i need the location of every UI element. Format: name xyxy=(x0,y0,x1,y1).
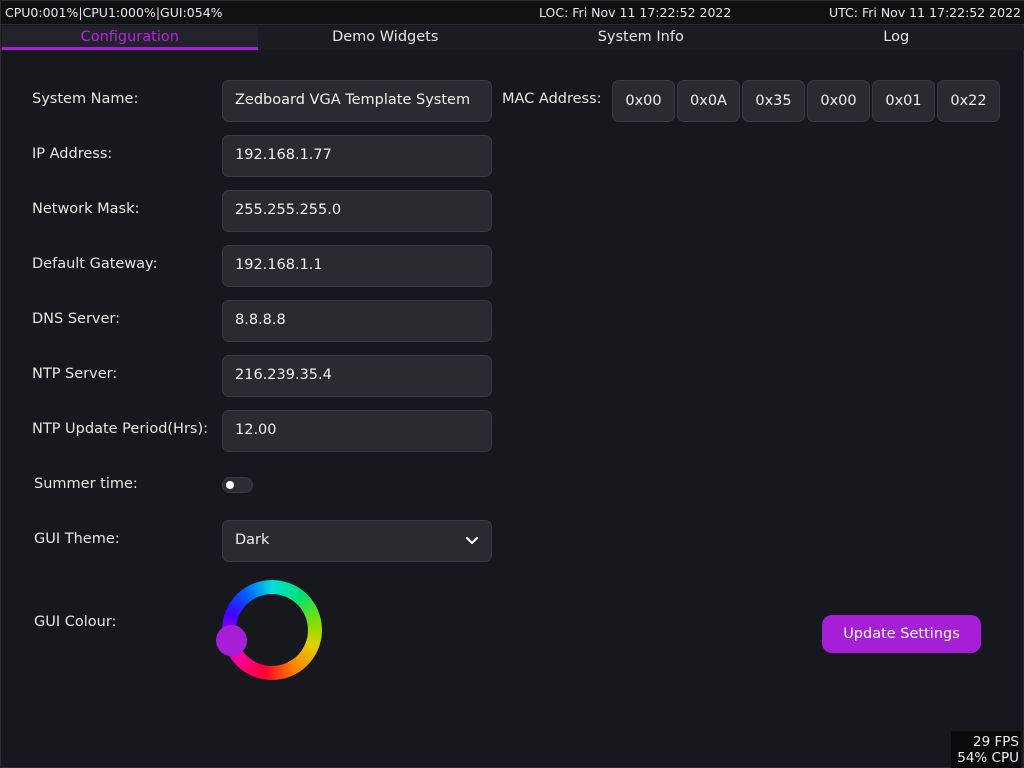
tab-configuration[interactable]: Configuration xyxy=(2,26,258,50)
tab-demo-widgets[interactable]: Demo Widgets xyxy=(258,26,514,50)
mac-address-label: MAC Address: xyxy=(502,91,602,107)
chevron-down-icon xyxy=(466,537,478,544)
mac-octet-6-field[interactable]: 0x22 xyxy=(937,80,1000,122)
status-bar: CPU0:001%|CPU1:000%|GUI:054% LOC: Fri No… xyxy=(1,1,1024,25)
network-mask-field[interactable]: 255.255.255.0 xyxy=(222,190,492,232)
toggle-knob xyxy=(226,481,234,489)
summer-time-toggle[interactable] xyxy=(222,477,253,493)
dns-server-label: DNS Server: xyxy=(32,311,121,327)
dns-server-field[interactable]: 8.8.8.8 xyxy=(222,300,492,342)
app-window: CPU0:001%|CPU1:000%|GUI:054% LOC: Fri No… xyxy=(0,0,1024,768)
ip-address-field[interactable]: 192.168.1.77 xyxy=(222,135,492,177)
gui-colour-label: GUI Colour: xyxy=(34,614,117,630)
cpu-usage-text: CPU0:001%|CPU1:000%|GUI:054% xyxy=(5,5,223,20)
tab-log[interactable]: Log xyxy=(769,26,1024,50)
ntp-server-label: NTP Server: xyxy=(32,366,118,382)
network-mask-label: Network Mask: xyxy=(32,201,140,217)
default-gateway-field[interactable]: 192.168.1.1 xyxy=(222,245,492,287)
system-name-field[interactable]: Zedboard VGA Template System xyxy=(222,80,492,122)
ntp-update-period-field[interactable]: 12.00 xyxy=(222,410,492,452)
default-gateway-label: Default Gateway: xyxy=(32,256,158,272)
gui-theme-dropdown[interactable]: Dark xyxy=(222,520,492,562)
gui-theme-value: Dark xyxy=(235,532,270,548)
color-wheel-knob[interactable] xyxy=(216,625,247,656)
mac-octet-3-field[interactable]: 0x35 xyxy=(742,80,805,122)
mac-octet-4-field[interactable]: 0x00 xyxy=(807,80,870,122)
mac-octet-5-field[interactable]: 0x01 xyxy=(872,80,935,122)
fps-text: 29 FPS xyxy=(973,734,1019,750)
color-wheel-center xyxy=(236,594,308,666)
update-settings-button[interactable]: Update Settings xyxy=(822,615,981,653)
tab-system-info[interactable]: System Info xyxy=(513,26,769,50)
mac-octet-2-field[interactable]: 0x0A xyxy=(677,80,740,122)
performance-monitor: 29 FPS 54% CPU xyxy=(951,731,1021,768)
summer-time-label: Summer time: xyxy=(34,476,138,492)
ntp-server-field[interactable]: 216.239.35.4 xyxy=(222,355,492,397)
system-name-label: System Name: xyxy=(32,91,139,107)
tab-bar: Configuration Demo Widgets System Info L… xyxy=(2,26,1024,50)
ntp-update-period-label: NTP Update Period(Hrs): xyxy=(32,421,209,437)
mac-octet-1-field[interactable]: 0x00 xyxy=(612,80,675,122)
cpu-text: 54% CPU xyxy=(957,750,1019,766)
local-time-text: LOC: Fri Nov 11 17:22:52 2022 xyxy=(539,5,732,20)
gui-theme-label: GUI Theme: xyxy=(34,531,120,547)
ip-address-label: IP Address: xyxy=(32,146,113,162)
utc-time-text: UTC: Fri Nov 11 17:22:52 2022 xyxy=(828,5,1021,20)
